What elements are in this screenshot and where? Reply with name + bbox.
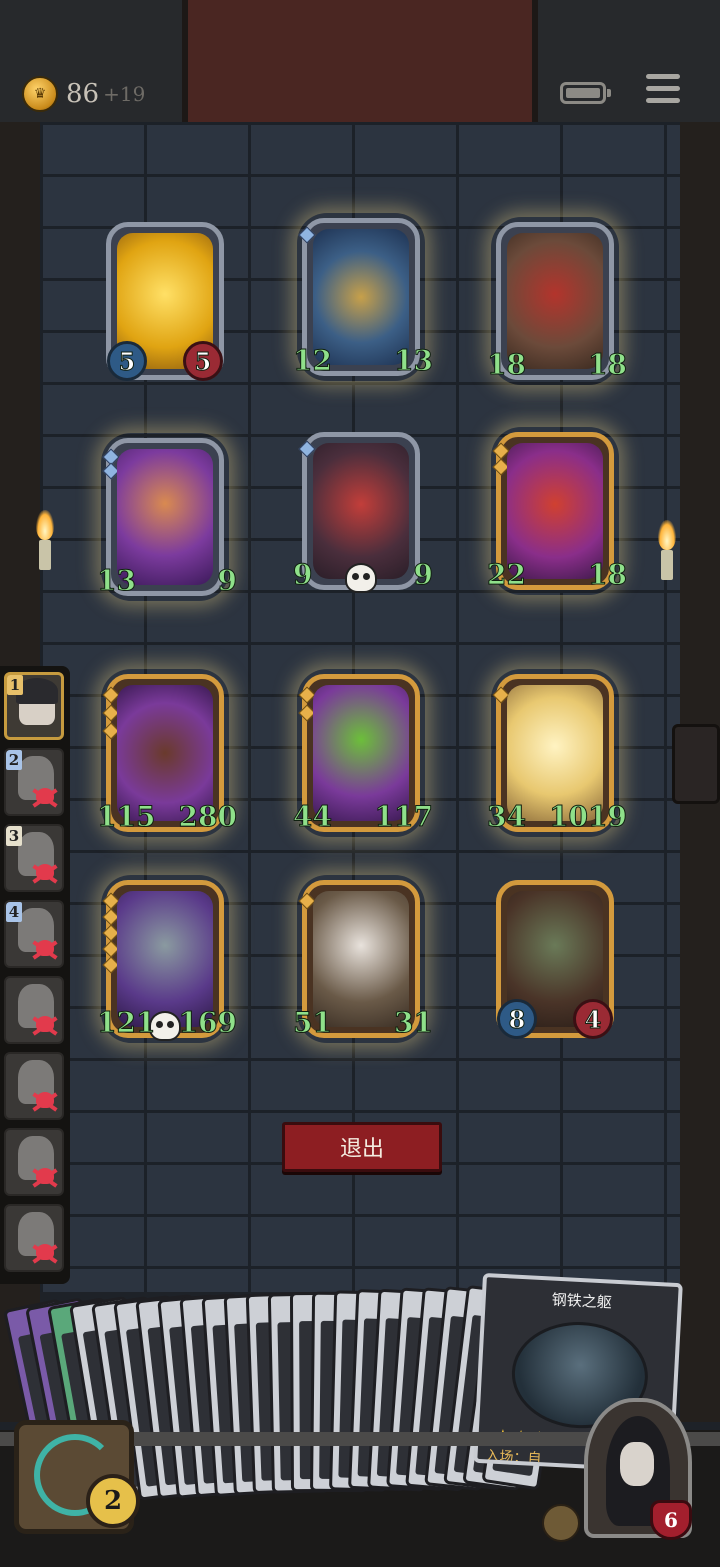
card-title: 钢铁之躯 <box>551 1290 613 1312</box>
eliminated-skull-icon <box>31 937 59 963</box>
minion-card[interactable]: 12 13 <box>293 218 433 377</box>
minion-card[interactable]: 115 280 <box>96 674 238 833</box>
crown-coin-icon: ♛ <box>22 76 58 112</box>
eliminated-skull-icon <box>31 1089 59 1115</box>
minion-attack: 13 <box>97 563 137 597</box>
minion-health: 117 <box>374 799 433 833</box>
exit-button[interactable]: 退出 <box>282 1122 442 1172</box>
minion-card[interactable]: 44 117 <box>293 674 434 833</box>
player-avatar <box>16 678 58 725</box>
minion-attack: 12 <box>293 343 333 377</box>
minion-health: 9 <box>217 563 238 597</box>
player-slot[interactable]: 3 <box>4 824 64 892</box>
hero-health: 6 <box>650 1500 692 1540</box>
minion-card[interactable]: 9 9 <box>292 432 434 593</box>
player-slot[interactable]: 1 <box>4 672 64 740</box>
skull-icon <box>345 563 377 593</box>
minion-health: 280 <box>178 799 237 833</box>
player-slot[interactable]: 2 <box>4 748 64 816</box>
minion-attack: 5 <box>107 341 147 381</box>
minion-attack: 9 <box>292 557 313 591</box>
gold-income: +19 <box>103 82 146 106</box>
player-rank: 2 <box>6 750 22 770</box>
top-banner <box>182 0 538 122</box>
player-rank: 1 <box>7 675 23 695</box>
torch-icon <box>34 510 56 570</box>
gold-amount: 86 <box>66 79 100 109</box>
chest-count: 2 <box>86 1474 140 1528</box>
torch-icon <box>656 520 678 580</box>
eliminated-skull-icon <box>31 861 59 887</box>
minion-health: 169 <box>178 1005 237 1039</box>
minion-card[interactable]: 22 18 <box>487 432 627 591</box>
minion-card[interactable]: 13 9 <box>97 438 238 597</box>
player-rank: 3 <box>6 826 22 846</box>
minion-attack: 34 <box>487 799 527 833</box>
minion-health: 18 <box>588 347 628 381</box>
minion-health: 18 <box>588 557 628 591</box>
player-slot[interactable] <box>4 1128 64 1196</box>
minion-card[interactable]: 18 18 <box>487 222 627 381</box>
minion-health: 9 <box>413 557 434 591</box>
minion-card[interactable]: 51 31 <box>293 880 433 1039</box>
minion-health: 4 <box>573 999 613 1039</box>
bell-icon[interactable] <box>542 1504 580 1542</box>
minion-health: 1019 <box>549 799 628 833</box>
battery-icon <box>560 82 611 104</box>
hamburger-menu-icon[interactable] <box>646 74 680 108</box>
minion-card[interactable]: 5 5 <box>106 222 224 381</box>
player-slot[interactable] <box>4 1052 64 1120</box>
minion-attack: 8 <box>497 999 537 1039</box>
eliminated-skull-icon <box>31 1013 59 1039</box>
player-list: 1 2 3 4 <box>0 666 70 1284</box>
eliminated-skull-icon <box>31 785 59 811</box>
minion-health: 5 <box>183 341 223 381</box>
hero-face <box>620 1442 654 1486</box>
minion-card[interactable]: 8 4 <box>496 880 614 1039</box>
minion-attack: 18 <box>487 347 527 381</box>
player-slot[interactable] <box>4 1204 64 1272</box>
minion-card[interactable]: 121 169 <box>96 880 238 1041</box>
minion-health: 31 <box>394 1005 434 1039</box>
eliminated-skull-icon <box>31 1241 59 1267</box>
minion-attack: 51 <box>293 1005 333 1039</box>
top-bar: ♛ 86 +19 <box>0 0 720 122</box>
minion-health: 13 <box>394 343 434 377</box>
eliminated-skull-icon <box>31 1165 59 1191</box>
player-rank: 4 <box>6 902 22 922</box>
treasure-chest[interactable]: 2 <box>6 1400 146 1540</box>
player-slot[interactable] <box>4 976 64 1044</box>
minion-card[interactable]: 34 1019 <box>487 674 627 833</box>
minion-attack: 121 <box>96 1005 156 1039</box>
player-slot[interactable]: 4 <box>4 900 64 968</box>
gold-counter: ♛ 86 +19 <box>22 76 145 112</box>
red-demon-art <box>313 443 409 579</box>
minion-attack: 115 <box>96 799 156 833</box>
door-latch <box>672 724 720 804</box>
minion-attack: 22 <box>487 557 527 591</box>
minion-attack: 44 <box>293 799 333 833</box>
